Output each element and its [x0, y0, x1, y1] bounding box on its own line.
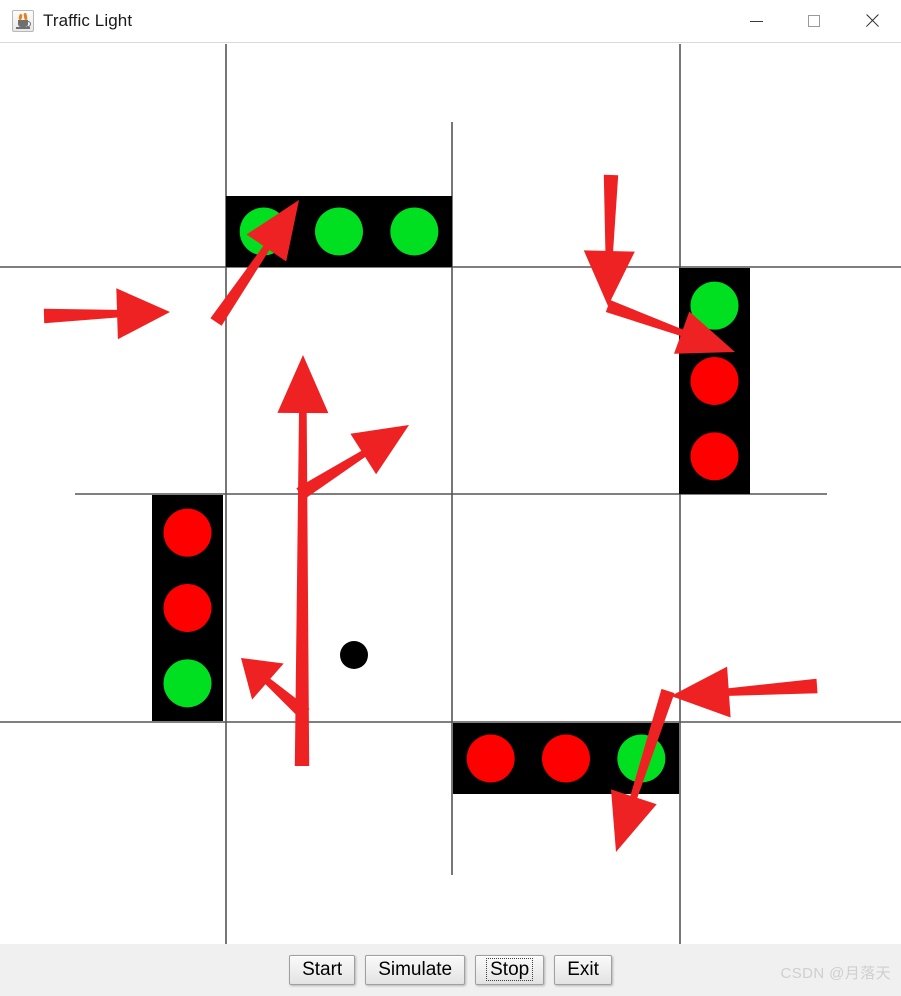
south-traffic-light-lamp-1-red	[542, 734, 590, 783]
stop-button[interactable]: Stop	[475, 954, 545, 986]
stop-button-label: Stop	[486, 957, 534, 982]
west-traffic-light-lamp-1-red	[163, 584, 212, 632]
minimize-button[interactable]	[727, 0, 785, 43]
csdn-watermark: CSDN @月落天	[780, 965, 891, 982]
window-title-bar: Traffic Light	[0, 0, 901, 43]
arrow-west-inbound	[43, 288, 170, 340]
east-traffic-light-lamp-1-red	[690, 357, 739, 405]
start-button[interactable]: Start	[289, 954, 356, 986]
traffic-simulation-canvas[interactable]	[0, 44, 901, 944]
west-traffic-light	[152, 495, 223, 721]
arrow-east-inbound	[671, 666, 818, 718]
page-title: Traffic Light	[43, 11, 133, 30]
arrow-center-right-turn	[296, 425, 409, 500]
south-traffic-light-lamp-0-red	[466, 734, 515, 783]
car-marker	[340, 641, 368, 669]
road-grid	[0, 44, 901, 944]
control-button-bar: Start Simulate Stop Exit	[0, 944, 901, 996]
car-dot	[340, 641, 368, 669]
west-traffic-light-lamp-2-green	[163, 659, 212, 708]
exit-button[interactable]: Exit	[554, 954, 612, 986]
north-traffic-light-lamp-2-green	[390, 207, 439, 256]
close-button[interactable]	[843, 0, 901, 43]
maximize-button[interactable]	[785, 0, 843, 43]
west-traffic-light-lamp-0-red	[163, 508, 212, 557]
window-controls	[727, 0, 901, 43]
intersection-scene	[0, 44, 901, 944]
java-coffee-cup-icon	[12, 10, 34, 32]
east-traffic-light	[679, 268, 750, 494]
arrow-north-inbound	[583, 174, 635, 306]
simulate-button[interactable]: Simulate	[365, 954, 466, 986]
north-traffic-light-lamp-1-green	[315, 207, 363, 256]
east-traffic-light-lamp-2-red	[690, 432, 739, 481]
